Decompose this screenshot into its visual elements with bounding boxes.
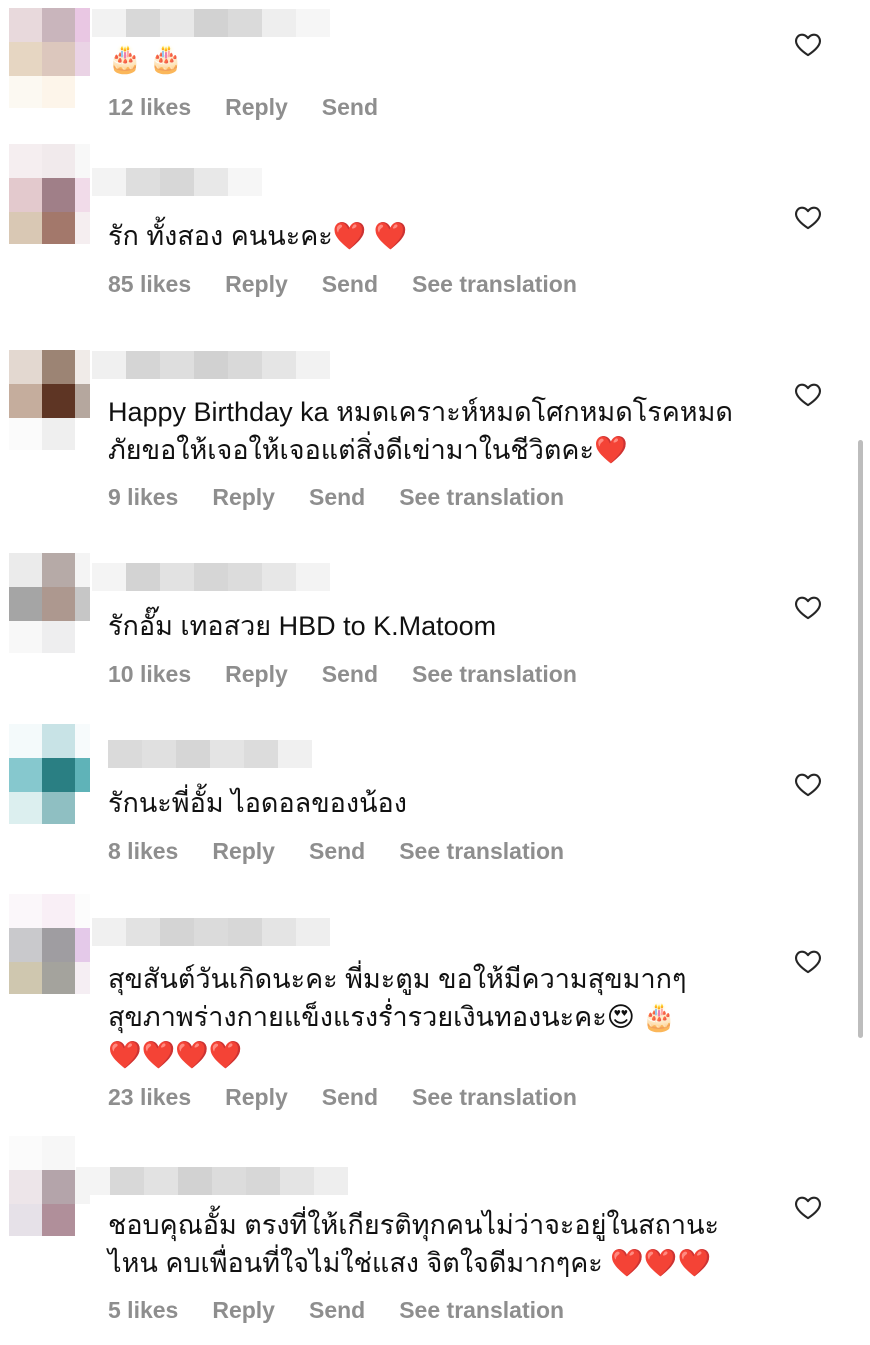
comment-item: รักอั๊ม เทอสวย HBD to K.Matoom 10 likes … bbox=[0, 540, 870, 720]
reply-button[interactable]: Reply bbox=[212, 1297, 275, 1324]
comment-actions: 12 likes Reply Send bbox=[108, 94, 378, 121]
send-button[interactable]: Send bbox=[309, 838, 365, 865]
reply-button[interactable]: Reply bbox=[212, 484, 275, 511]
send-button[interactable]: Send bbox=[309, 1297, 365, 1324]
comment-text: ชอบคุณอั้ม ตรงที่ให้เกียรติทุกคนไม่ว่าจะ… bbox=[108, 1210, 720, 1278]
likes-count[interactable]: 12 likes bbox=[108, 94, 191, 121]
send-button[interactable]: Send bbox=[322, 661, 378, 688]
comment-text: รักนะพี่อั้ม ไอดอลของน้อง bbox=[108, 788, 407, 818]
comment-actions: 9 likes Reply Send See translation bbox=[108, 484, 564, 511]
username-redacted[interactable] bbox=[108, 740, 312, 768]
username-redacted[interactable] bbox=[76, 1167, 348, 1195]
send-button[interactable]: Send bbox=[322, 94, 378, 121]
send-button[interactable]: Send bbox=[309, 484, 365, 511]
see-translation-link[interactable]: See translation bbox=[412, 271, 577, 298]
likes-count[interactable]: 10 likes bbox=[108, 661, 191, 688]
comment-item: Happy Birthday ka หมดเคราะห์หมดโศกหมดโรค… bbox=[0, 330, 870, 540]
comment-text: สุขสันต์วันเกิดนะคะ พี่มะตูม ขอให้มีความ… bbox=[108, 964, 687, 1070]
likes-count[interactable]: 23 likes bbox=[108, 1084, 191, 1111]
heart-outline-icon[interactable] bbox=[794, 1194, 822, 1220]
avatar[interactable] bbox=[9, 553, 90, 653]
avatar[interactable] bbox=[9, 8, 90, 108]
likes-count[interactable]: 8 likes bbox=[108, 838, 178, 865]
username-redacted[interactable] bbox=[92, 351, 330, 379]
comment-item: สุขสันต์วันเกิดนะคะ พี่มะตูม ขอให้มีความ… bbox=[0, 890, 870, 1140]
see-translation-link[interactable]: See translation bbox=[399, 838, 564, 865]
avatar[interactable] bbox=[9, 144, 90, 244]
heart-outline-icon[interactable] bbox=[794, 948, 822, 974]
comment-actions: 85 likes Reply Send See translation bbox=[108, 271, 577, 298]
likes-count[interactable]: 5 likes bbox=[108, 1297, 178, 1324]
username-redacted[interactable] bbox=[92, 918, 330, 946]
username-redacted[interactable] bbox=[92, 168, 262, 196]
likes-count[interactable]: 85 likes bbox=[108, 271, 191, 298]
heart-outline-icon[interactable] bbox=[794, 204, 822, 230]
comment-text: Happy Birthday ka หมดเคราะห์หมดโศกหมดโรค… bbox=[108, 397, 733, 465]
avatar[interactable] bbox=[9, 350, 90, 450]
scrollbar[interactable] bbox=[858, 440, 863, 1038]
heart-outline-icon[interactable] bbox=[794, 381, 822, 407]
comment-item: รัก ทั้งสอง คนนะคะ❤️ ❤️ 85 likes Reply S… bbox=[0, 130, 870, 330]
avatar[interactable] bbox=[9, 724, 90, 824]
comment-actions: 5 likes Reply Send See translation bbox=[108, 1297, 564, 1324]
avatar[interactable] bbox=[9, 894, 90, 994]
comment-actions: 23 likes Reply Send See translation bbox=[108, 1084, 577, 1111]
comment-text: รักอั๊ม เทอสวย HBD to K.Matoom bbox=[108, 611, 497, 641]
reply-button[interactable]: Reply bbox=[225, 1084, 288, 1111]
comment-text: 🎂 🎂 bbox=[108, 44, 183, 74]
comment-item: ชอบคุณอั้ม ตรงที่ให้เกียรติทุกคนไม่ว่าจะ… bbox=[0, 1136, 870, 1345]
comment-item: 🎂 🎂 12 likes Reply Send bbox=[0, 0, 870, 130]
heart-outline-icon[interactable] bbox=[794, 31, 822, 57]
see-translation-link[interactable]: See translation bbox=[399, 1297, 564, 1324]
heart-outline-icon[interactable] bbox=[794, 771, 822, 797]
reply-button[interactable]: Reply bbox=[225, 94, 288, 121]
reply-button[interactable]: Reply bbox=[212, 838, 275, 865]
send-button[interactable]: Send bbox=[322, 271, 378, 298]
heart-outline-icon[interactable] bbox=[794, 594, 822, 620]
comment-item: รักนะพี่อั้ม ไอดอลของน้อง 8 likes Reply … bbox=[0, 720, 870, 890]
see-translation-link[interactable]: See translation bbox=[412, 661, 577, 688]
comment-actions: 10 likes Reply Send See translation bbox=[108, 661, 577, 688]
send-button[interactable]: Send bbox=[322, 1084, 378, 1111]
comment-actions: 8 likes Reply Send See translation bbox=[108, 838, 564, 865]
reply-button[interactable]: Reply bbox=[225, 271, 288, 298]
comment-text: รัก ทั้งสอง คนนะคะ❤️ ❤️ bbox=[108, 221, 408, 251]
see-translation-link[interactable]: See translation bbox=[399, 484, 564, 511]
reply-button[interactable]: Reply bbox=[225, 661, 288, 688]
likes-count[interactable]: 9 likes bbox=[108, 484, 178, 511]
see-translation-link[interactable]: See translation bbox=[412, 1084, 577, 1111]
username-redacted[interactable] bbox=[92, 563, 330, 591]
username-redacted[interactable] bbox=[92, 9, 330, 37]
